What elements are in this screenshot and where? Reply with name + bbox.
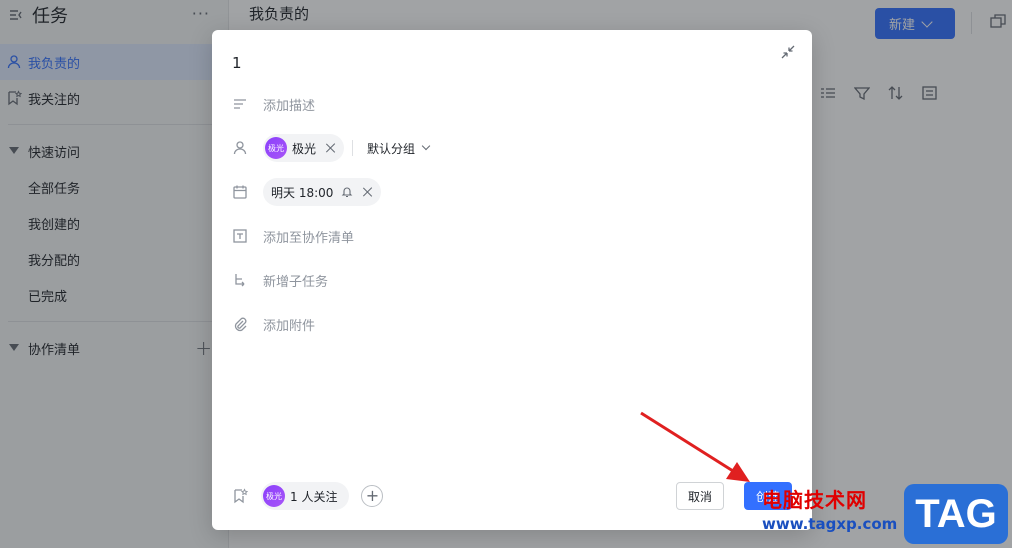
avatar: 极光 xyxy=(265,137,287,159)
watermark: 电脑技术网 www.tagxp.com xyxy=(762,484,914,536)
assignee-chip[interactable]: 极光 极光 xyxy=(263,134,345,162)
shrink-icon[interactable] xyxy=(780,44,796,60)
text-lines-icon xyxy=(234,99,246,109)
followers-count: 1 人关注 xyxy=(290,489,338,504)
follow-bookmark-icon xyxy=(234,488,248,504)
add-to-list-label: 添加至协作清单 xyxy=(263,230,355,246)
watermark-text: 电脑技术网 xyxy=(762,488,867,512)
due-date-value: 明天 18:00 xyxy=(271,185,334,200)
watermark-url: www.tagxp.com xyxy=(762,515,898,533)
task-title-input[interactable]: 1 xyxy=(232,54,242,72)
add-attachment-label: 添加附件 xyxy=(263,318,316,334)
add-follower-icon[interactable]: + xyxy=(361,485,384,507)
description-placeholder: 添加描述 xyxy=(263,98,316,114)
due-date-chip[interactable]: 明天 18:00 xyxy=(263,178,382,206)
followers-chip[interactable]: 极光 1 人关注 xyxy=(261,482,350,510)
group-select[interactable]: 默认分组 xyxy=(367,140,431,157)
chevron-down-icon xyxy=(421,141,431,151)
new-task-dialog: 1 添加描述 极光 极光 默认分组 明天 18:00 添加至协作清单 新增子任务 xyxy=(212,30,812,530)
subtask-icon xyxy=(235,274,245,287)
divider xyxy=(352,140,354,156)
person-icon xyxy=(233,141,247,155)
assignee-row: 极光 极光 默认分组 xyxy=(232,134,431,162)
add-attachment-row[interactable]: 添加附件 xyxy=(232,310,315,338)
group-select-value: 默认分组 xyxy=(367,141,416,156)
description-row[interactable]: 添加描述 xyxy=(232,90,315,118)
avatar: 极光 xyxy=(263,485,285,507)
cancel-button[interactable]: 取消 xyxy=(676,482,724,510)
assignee-name: 极光 xyxy=(292,141,317,156)
remove-due-date-icon[interactable] xyxy=(363,187,373,197)
remove-assignee-icon[interactable] xyxy=(326,143,336,153)
due-row: 明天 18:00 xyxy=(232,178,382,206)
dialog-footer: 极光 1 人关注 + 取消 创建 xyxy=(232,482,792,510)
add-to-list-row[interactable]: 添加至协作清单 xyxy=(232,222,354,250)
bell-icon[interactable] xyxy=(341,186,353,198)
list-board-icon xyxy=(233,229,247,243)
paperclip-icon xyxy=(234,317,247,332)
watermark-logo: TAG xyxy=(904,484,1008,544)
calendar-icon xyxy=(233,185,247,199)
add-subtask-label: 新增子任务 xyxy=(263,274,329,290)
add-subtask-row[interactable]: 新增子任务 xyxy=(232,266,328,294)
